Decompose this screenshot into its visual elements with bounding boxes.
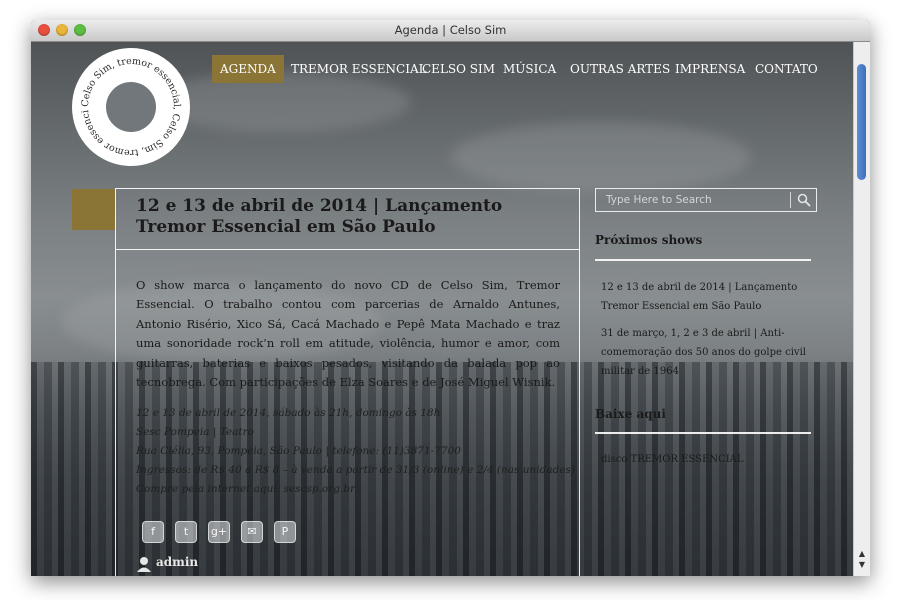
event-tickets-line: Ingressos: de R$ 40 a R$ 8 – à venda a p…: [136, 464, 576, 476]
post-title-divider: [116, 249, 579, 250]
pinterest-icon[interactable]: P: [274, 521, 296, 543]
event-address-line: Rua Clélia, 93, Pompeia, São Paulo | tel…: [136, 445, 461, 457]
nav-item-celso-sim[interactable]: CELSO SIM: [422, 55, 495, 83]
search-input[interactable]: [596, 189, 786, 211]
facebook-icon[interactable]: f: [142, 521, 164, 543]
page-viewport: Celso Sim, tremor essencial, Celso Sim, …: [31, 42, 854, 576]
nav-item-música[interactable]: MÚSICA: [503, 55, 556, 83]
event-date-line: 12 e 13 de abril de 2014, sábado às 21h,…: [136, 407, 441, 419]
email-icon[interactable]: ✉: [241, 521, 263, 543]
nav-item-outras-artes[interactable]: OUTRAS ARTES: [570, 55, 670, 83]
site-logo[interactable]: Celso Sim, tremor essencial, Celso Sim, …: [72, 48, 190, 166]
nav-item-agenda[interactable]: AGENDA: [212, 55, 284, 83]
search-box: [595, 188, 817, 212]
logo-center: [106, 82, 156, 132]
cloud-decoration: [451, 122, 751, 192]
post-badge: [72, 189, 115, 230]
post-author[interactable]: admin: [156, 555, 198, 569]
download-divider: [595, 432, 811, 434]
download-link[interactable]: disco TREMOR ESSENCIAL: [601, 450, 823, 469]
search-icon[interactable]: [797, 193, 811, 207]
window-title: Agenda | Celso Sim: [394, 23, 507, 37]
event-buy-line[interactable]: Compre pela internet aqui: sescsp.org.br: [136, 480, 566, 499]
upcoming-shows-divider: [595, 259, 811, 261]
nav-item-contato[interactable]: CONTATO: [755, 55, 818, 83]
upcoming-show-link[interactable]: 31 de março, 1, 2 e 3 de abril | Anti-co…: [601, 324, 823, 381]
upcoming-show-link[interactable]: 12 e 13 de abril de 2014 | Lançamento Tr…: [601, 278, 823, 316]
download-title: Baixe aqui: [595, 407, 666, 421]
scroll-down-arrow[interactable]: ▼: [854, 559, 870, 571]
event-details: 12 e 13 de abril de 2014, sábado às 21h,…: [136, 404, 576, 499]
user-icon: [137, 557, 151, 572]
scrollbar-thumb[interactable]: [857, 64, 866, 180]
post-body: O show marca o lançamento do novo CD de …: [136, 278, 560, 390]
title-bar: Agenda | Celso Sim: [31, 20, 870, 42]
nav-item-imprensa[interactable]: IMPRENSA: [675, 55, 745, 83]
search-divider: [790, 192, 791, 208]
post-title[interactable]: 12 e 13 de abril de 2014 | Lançamento Tr…: [136, 196, 566, 238]
google-plus-icon[interactable]: g+: [208, 521, 230, 543]
nav-item-tremor-essencial[interactable]: TREMOR ESSENCIAL: [291, 55, 427, 83]
upcoming-shows-title: Próximos shows: [595, 233, 703, 247]
vertical-scrollbar[interactable]: ▲ ▼: [853, 42, 870, 576]
browser-window: Agenda | Celso Sim Celso Sim, tremor ess…: [31, 20, 870, 576]
post-card: 12 e 13 de abril de 2014 | Lançamento Tr…: [72, 188, 580, 576]
event-venue-line: Sesc Pompeia | Teatro: [136, 426, 254, 438]
twitter-icon[interactable]: t: [175, 521, 197, 543]
